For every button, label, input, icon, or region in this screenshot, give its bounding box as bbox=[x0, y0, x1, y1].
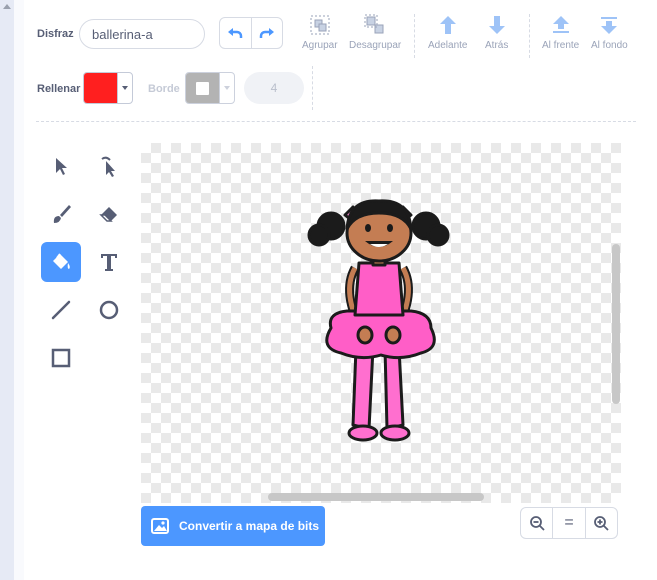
reshape-tool[interactable] bbox=[89, 146, 129, 186]
arrow-pointer-icon bbox=[56, 158, 67, 175]
canvas-horizontal-scrollbar[interactable] bbox=[268, 493, 484, 501]
toolbar-divider bbox=[529, 14, 530, 58]
ungroup-icon bbox=[364, 14, 384, 34]
back-button[interactable]: Al fondo bbox=[591, 14, 628, 51]
backward-label: Atrás bbox=[485, 40, 509, 51]
costume-name-input[interactable] bbox=[79, 19, 205, 49]
rectangle-icon bbox=[51, 348, 71, 368]
front-button[interactable]: Al frente bbox=[542, 14, 579, 51]
reshape-icon bbox=[101, 156, 115, 177]
redo-button[interactable] bbox=[250, 18, 283, 48]
brush-tool[interactable] bbox=[41, 194, 81, 234]
backward-icon bbox=[488, 16, 505, 34]
canvas-vertical-scrollbar[interactable] bbox=[612, 244, 620, 404]
brush-icon bbox=[53, 205, 71, 223]
backward-button[interactable]: Atrás bbox=[485, 14, 508, 51]
forward-icon bbox=[439, 16, 456, 34]
redo-icon bbox=[259, 28, 274, 38]
forward-label: Adelante bbox=[428, 40, 468, 51]
chevron-down-icon bbox=[117, 73, 132, 103]
fill-label: Rellenar bbox=[37, 83, 81, 95]
forward-button[interactable]: Adelante bbox=[428, 14, 467, 51]
text-icon bbox=[101, 254, 117, 271]
eraser-icon bbox=[99, 207, 117, 222]
eraser-tool[interactable] bbox=[89, 194, 129, 234]
back-icon bbox=[601, 17, 618, 34]
zoom-reset-button[interactable]: = bbox=[552, 508, 584, 538]
zoom-controls: = bbox=[520, 507, 618, 539]
undo-button[interactable] bbox=[220, 18, 251, 48]
text-tool[interactable] bbox=[89, 242, 129, 282]
line-tool[interactable] bbox=[41, 290, 81, 330]
zoom-out-button[interactable] bbox=[521, 508, 552, 538]
zoom-out-icon bbox=[529, 516, 545, 531]
ungroup-label: Desagrupar bbox=[349, 40, 402, 51]
outline-color-swatch bbox=[186, 73, 219, 103]
convert-to-bitmap-label: Convertir a mapa de bits bbox=[179, 519, 320, 533]
fill-tool[interactable] bbox=[41, 242, 81, 282]
fill-color-picker[interactable] bbox=[83, 72, 133, 104]
section-divider bbox=[36, 121, 636, 122]
convert-to-bitmap-button[interactable]: Convertir a mapa de bits bbox=[141, 506, 325, 546]
circle-tool[interactable] bbox=[89, 290, 129, 330]
front-icon bbox=[552, 16, 569, 33]
ungroup-button[interactable]: Desagrupar bbox=[349, 14, 401, 51]
toolbar-divider bbox=[312, 66, 313, 110]
paint-bucket-icon bbox=[53, 253, 70, 269]
undo-redo-group bbox=[219, 17, 283, 49]
costume-label: Disfraz bbox=[37, 28, 74, 40]
circle-icon bbox=[99, 300, 119, 320]
left-scrollbar[interactable] bbox=[0, 0, 24, 580]
scroll-track bbox=[14, 0, 24, 580]
group-icon bbox=[310, 15, 330, 35]
zoom-in-button[interactable] bbox=[584, 508, 617, 538]
chevron-down-icon bbox=[219, 73, 234, 103]
zoom-in-icon bbox=[594, 516, 609, 531]
outline-color-picker[interactable] bbox=[185, 72, 235, 104]
drawing-canvas[interactable] bbox=[141, 143, 621, 503]
back-label: Al fondo bbox=[591, 40, 628, 51]
toolbar-divider bbox=[414, 14, 415, 58]
rectangle-tool[interactable] bbox=[41, 338, 81, 378]
front-label: Al frente bbox=[542, 40, 580, 51]
outline-label: Borde bbox=[148, 83, 180, 95]
line-icon bbox=[51, 300, 71, 320]
group-label: Agrupar bbox=[302, 40, 338, 51]
select-tool[interactable] bbox=[41, 146, 81, 186]
fill-color-swatch bbox=[84, 73, 117, 103]
undo-icon bbox=[228, 28, 243, 38]
group-button[interactable]: Agrupar bbox=[302, 14, 338, 51]
ballerina-sprite[interactable] bbox=[141, 143, 621, 503]
paint-editor: Disfraz Agrupar Desagrupar Adelante Atrá… bbox=[24, 0, 657, 580]
zoom-reset-label: = bbox=[564, 514, 574, 531]
outline-width-input[interactable]: 4 bbox=[244, 72, 304, 104]
scroll-up-icon[interactable] bbox=[3, 4, 11, 9]
image-icon bbox=[151, 518, 169, 534]
